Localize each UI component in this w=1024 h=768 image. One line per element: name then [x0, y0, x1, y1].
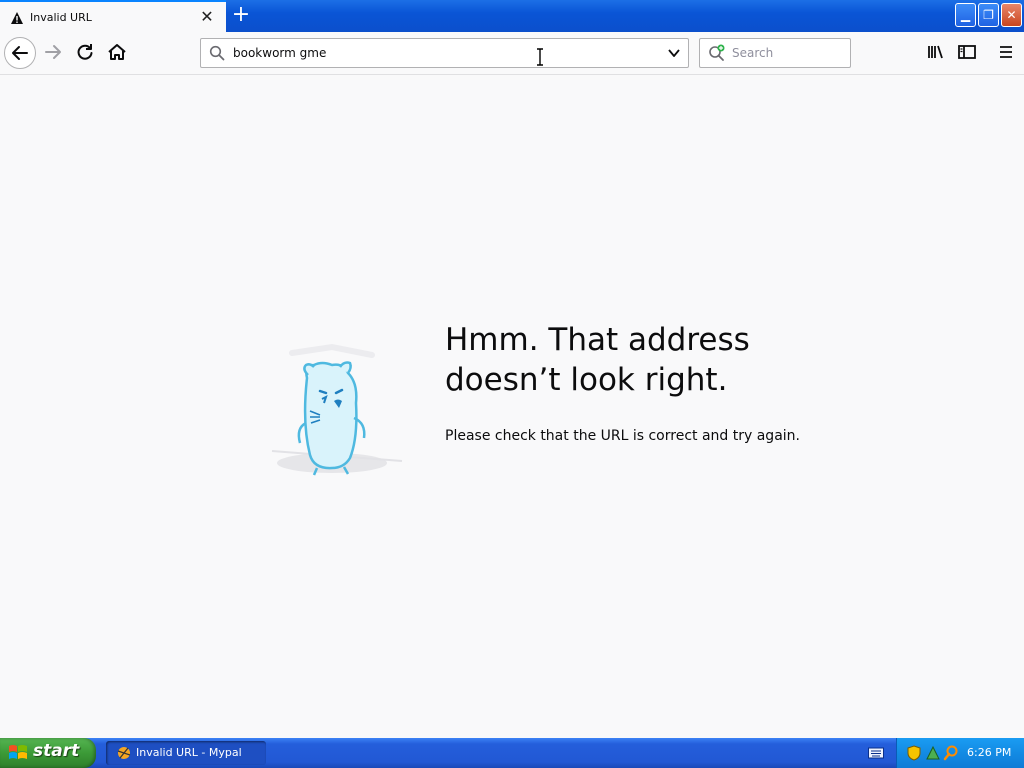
- tab-invalid-url[interactable]: Invalid URL ✕: [0, 0, 226, 34]
- sidebar-icon: [958, 45, 976, 59]
- search-placeholder: Search: [732, 46, 774, 60]
- start-button[interactable]: start: [0, 738, 96, 768]
- system-tray: 6:26 PM: [896, 738, 1024, 768]
- warning-icon: [11, 12, 23, 24]
- url-input-value[interactable]: bookworm gme: [233, 46, 326, 60]
- new-tab-button[interactable]: +: [230, 4, 252, 27]
- network-icon[interactable]: [925, 745, 941, 761]
- start-label: start: [33, 741, 80, 761]
- security-shield-icon[interactable]: [907, 745, 921, 761]
- sidebar-toggle-button[interactable]: [952, 37, 982, 67]
- search-icon: [209, 45, 225, 61]
- clock[interactable]: 6:26 PM: [967, 746, 1011, 759]
- hamburger-menu-icon: [1000, 46, 1012, 58]
- main-menu-button[interactable]: [992, 37, 1022, 67]
- home-button[interactable]: [102, 37, 132, 67]
- search-tray-icon[interactable]: [943, 745, 959, 761]
- confused-mascot-illustration: [271, 343, 403, 476]
- maximize-button[interactable]: ❐: [978, 3, 999, 27]
- taskbar-window-label: Invalid URL - Mypal: [136, 746, 242, 759]
- navigation-toolbar: bookworm gme Search: [0, 32, 1024, 75]
- search-bar[interactable]: Search: [699, 38, 851, 68]
- forward-arrow-icon: [45, 45, 61, 59]
- keyboard-icon[interactable]: [868, 747, 884, 759]
- text-cursor-icon: [537, 48, 543, 66]
- back-arrow-icon: [12, 46, 28, 60]
- dropdown-chevron-icon[interactable]: [666, 45, 682, 61]
- error-title: Hmm. That address doesn’t look right.: [445, 322, 750, 398]
- back-button[interactable]: [4, 37, 36, 69]
- forward-button[interactable]: [40, 37, 70, 67]
- close-window-button[interactable]: ✕: [1001, 3, 1022, 27]
- tab-strip: Invalid URL ✕ + ▁ ❐ ✕: [0, 0, 1024, 34]
- windows-taskbar: start Invalid URL - Mypal 6:26 PM: [0, 738, 1024, 768]
- tab-title: Invalid URL: [30, 11, 92, 24]
- reload-icon: [77, 44, 93, 60]
- url-bar[interactable]: bookworm gme: [200, 38, 689, 68]
- library-button[interactable]: [922, 37, 952, 67]
- home-icon: [108, 44, 126, 60]
- error-page: [0, 75, 1024, 738]
- search-engine-icon[interactable]: [708, 44, 726, 62]
- mypal-browser-icon: [117, 747, 131, 759]
- minimize-button[interactable]: ▁: [955, 3, 976, 27]
- taskbar-window-button[interactable]: Invalid URL - Mypal: [106, 741, 266, 765]
- reload-button[interactable]: [70, 37, 100, 67]
- library-icon: [928, 45, 943, 59]
- tab-close-icon[interactable]: ✕: [198, 8, 216, 26]
- windows-logo-icon: [9, 745, 27, 759]
- error-description: Please check that the URL is correct and…: [445, 428, 800, 444]
